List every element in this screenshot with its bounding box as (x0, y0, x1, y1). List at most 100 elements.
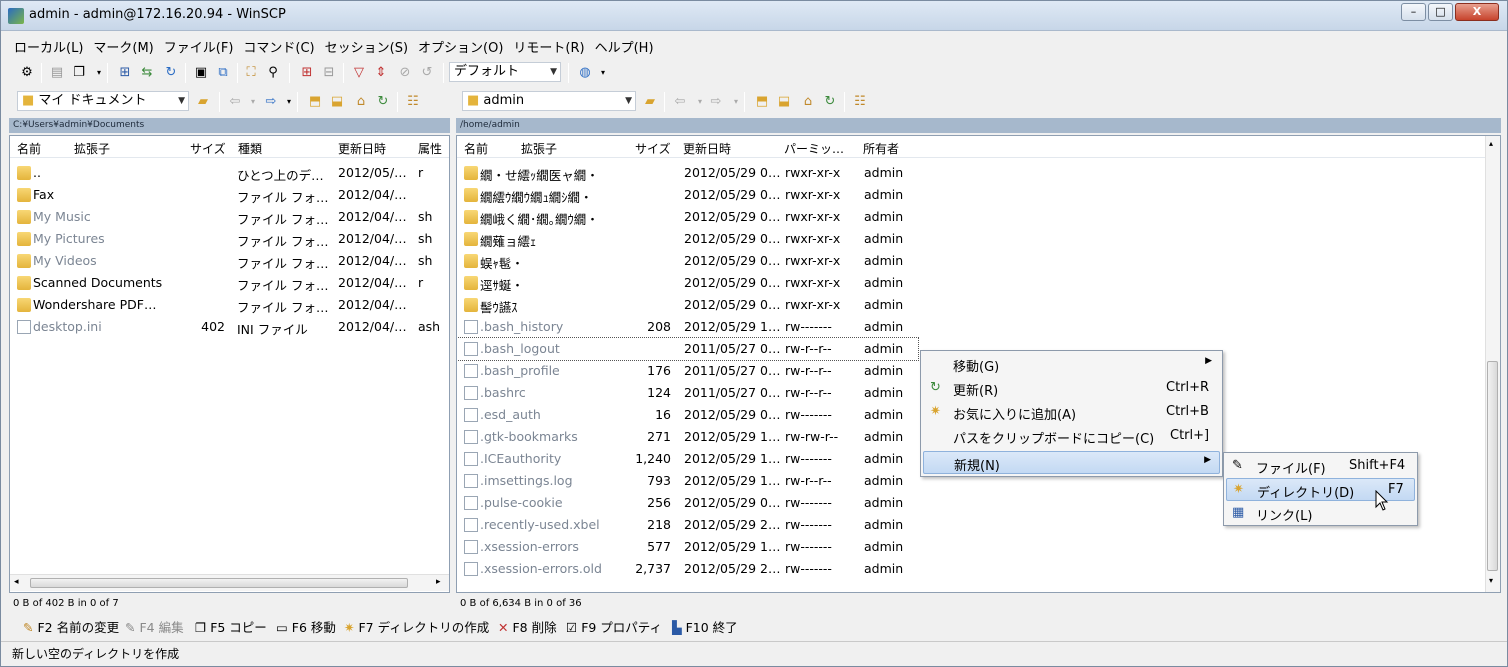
find-icon[interactable]: ⚲ (265, 65, 281, 81)
remote-file-row[interactable]: .xsession-errors.old 2,737 2012/05/29 2… rw… (457, 558, 1500, 580)
open-folder-icon[interactable]: ▰ (195, 94, 211, 110)
queue-icon[interactable]: ⛶ (243, 65, 259, 81)
local-file-row[interactable]: My Pictures ファイル フォ… 2012/04/… sh (10, 228, 449, 250)
menu-item-copy-path[interactable]: パスをクリップボードにコピー(C) Ctrl+] (923, 425, 1220, 448)
col-owner[interactable]: 所有者 (863, 140, 899, 157)
col-name[interactable]: 名前 (464, 140, 488, 157)
f5-copy-button[interactable]: ❐ F5 コピー (195, 617, 267, 636)
local-file-row[interactable]: My Music ファイル フォ… 2012/04/… sh (10, 206, 449, 228)
col-ext[interactable]: 拡張子 (74, 140, 110, 157)
open-folder-icon[interactable]: ▰ (642, 94, 658, 110)
remote-file-row[interactable]: 繝薙ョ繧ｪ 2012/05/29 0… rwxr-xr-x admin (457, 228, 1500, 250)
f7-mkdir-button[interactable]: ✷ F7 ディレクトリの作成 (344, 617, 489, 636)
f4-edit-button[interactable]: ✎ F4 編集 (125, 617, 184, 636)
copy-icon[interactable]: ❐ (71, 65, 87, 81)
remote-vertical-scrollbar[interactable]: ▴ ▾ (1485, 136, 1500, 592)
scroll-down-icon[interactable]: ▾ (1489, 576, 1493, 585)
local-file-row[interactable]: Scanned Documents ファイル フォ… 2012/04/… r (10, 272, 449, 294)
local-file-row[interactable]: desktop.ini 402 INI ファイル 2012/04/… ash (10, 316, 449, 338)
maximize-button[interactable]: □ (1428, 3, 1453, 21)
col-attr[interactable]: 属性 (418, 140, 442, 157)
local-file-row[interactable]: My Videos ファイル フォ… 2012/04/… sh (10, 250, 449, 272)
clear-icon[interactable]: ⊘ (397, 65, 413, 81)
remote-file-row[interactable]: 蜈ｬ髢・ 2012/05/29 0… rwxr-xr-x admin (457, 250, 1500, 272)
root-dir-icon[interactable]: ⬓ (329, 94, 345, 110)
scroll-thumb[interactable] (1487, 361, 1498, 571)
col-type[interactable]: 種類 (238, 140, 262, 157)
remote-file-row[interactable]: 髻ｳ讌ｽ 2012/05/29 0… rwxr-xr-x admin (457, 294, 1500, 316)
menu-help[interactable]: ヘルプ(H) (590, 34, 659, 59)
scroll-right-icon[interactable]: ▸ (436, 577, 441, 587)
filter-icon[interactable]: ▽ (351, 65, 367, 81)
menu-item-new-file[interactable]: ✎ ファイル(F) Shift+F4 (1226, 455, 1415, 478)
col-modified[interactable]: 更新日時 (683, 140, 731, 157)
menu-remote[interactable]: リモート(R) (508, 34, 589, 59)
remote-location-select[interactable]: ■ admin ▼ (462, 91, 636, 111)
gear-icon[interactable]: ⚙ (19, 65, 35, 81)
parent-dir-icon[interactable]: ⬒ (307, 94, 323, 110)
chevron-down-icon[interactable]: ▾ (91, 65, 107, 81)
unselect-icon[interactable]: ⊟ (321, 65, 337, 81)
sync-icon[interactable]: ⇆ (139, 65, 155, 81)
minimize-button[interactable]: – (1401, 3, 1426, 21)
parent-dir-icon[interactable]: ⬒ (754, 94, 770, 110)
menu-options[interactable]: オプション(O) (413, 34, 508, 59)
select-icon[interactable]: ⊞ (299, 65, 315, 81)
refresh-icon[interactable]: ↻ (375, 94, 391, 110)
forward-icon[interactable]: ⇨ (263, 94, 279, 110)
menu-item-new[interactable]: 新規(N) ▶ (923, 451, 1220, 474)
remote-file-row[interactable]: 繝繧ｳ繝ｳ繝ｭ繝ｼ繝・ 2012/05/29 0… rwxr-xr-x admin (457, 184, 1500, 206)
terminal-icon[interactable]: ▣ (193, 65, 209, 81)
tree-icon[interactable]: ☷ (405, 94, 421, 110)
remote-file-row[interactable]: .bash_history 208 2012/05/29 1… rw------- ad… (457, 316, 1500, 338)
remote-file-row[interactable]: 逕ｻ蜒・ 2012/05/29 0… rwxr-xr-x admin (457, 272, 1500, 294)
menu-command[interactable]: コマンド(C) (238, 34, 319, 59)
chevron-down-icon[interactable]: ▾ (281, 94, 297, 110)
col-size[interactable]: サイズ (190, 140, 226, 157)
home-icon[interactable]: ⌂ (800, 94, 816, 110)
local-location-select[interactable]: ■ マイ ドキュメント ▼ (17, 91, 189, 111)
f10-quit-button[interactable]: ▙ F10 終了 (672, 617, 738, 636)
chevron-down-icon[interactable]: ▾ (245, 94, 261, 110)
refresh-icon[interactable]: ↻ (163, 65, 179, 81)
menu-mark[interactable]: マーク(M) (88, 34, 158, 59)
compare-icon[interactable]: ⊞ (117, 65, 133, 81)
f2-rename-button[interactable]: ✎ F2 名前の変更 (23, 617, 119, 636)
console-icon[interactable]: ▤ (49, 65, 65, 81)
scroll-thumb[interactable] (30, 578, 408, 588)
remote-file-row[interactable]: .bash_logout182011/05/27 0…rw-r--r--admi… (457, 337, 919, 361)
putty-icon[interactable]: ⧉ (215, 65, 231, 81)
col-size[interactable]: サイズ (635, 140, 671, 157)
tree-icon[interactable]: ☷ (852, 94, 868, 110)
transfer-preset-select[interactable]: デフォルト ▼ (449, 62, 561, 82)
invert-icon[interactable]: ⇕ (373, 65, 389, 81)
globe-icon[interactable]: ◍ (577, 65, 593, 81)
scroll-up-icon[interactable]: ▴ (1489, 139, 1493, 148)
reset-icon[interactable]: ↺ (419, 65, 435, 81)
local-file-row[interactable]: Wondershare PDF… ファイル フォ… 2012/04/… (10, 294, 449, 316)
local-horizontal-scrollbar[interactable]: ◂ ▸ (10, 574, 449, 591)
col-ext[interactable]: 拡張子 (521, 140, 557, 157)
scroll-left-icon[interactable]: ◂ (14, 577, 19, 587)
chevron-down-icon[interactable]: ▾ (728, 94, 744, 110)
menu-item-move[interactable]: 移動(G) ▶ (923, 353, 1220, 376)
remote-file-row[interactable]: 繝・せ繧ｯ繝医ャ繝・ 2012/05/29 0… rwxr-xr-x admin (457, 162, 1500, 184)
col-modified[interactable]: 更新日時 (338, 140, 386, 157)
root-dir-icon[interactable]: ⬓ (776, 94, 792, 110)
local-file-panel[interactable]: 名前 拡張子 サイズ 種類 更新日時 属性 .. ひとつ上のデ… 2012/05/…… (9, 135, 450, 593)
back-icon[interactable]: ⇦ (227, 94, 243, 110)
menu-item-refresh[interactable]: ↻ 更新(R) Ctrl+R (923, 377, 1220, 400)
close-button[interactable]: X (1455, 3, 1499, 21)
remote-file-row[interactable]: 繝峨く繝･繝｡繝ｳ繝・ 2012/05/29 0… rwxr-xr-x admin (457, 206, 1500, 228)
remote-file-row[interactable]: .xsession-errors 577 2012/05/29 1… rw------… (457, 536, 1500, 558)
local-file-row[interactable]: .. ひとつ上のデ… 2012/05/… r (10, 162, 449, 184)
local-file-row[interactable]: Fax ファイル フォ… 2012/04/… (10, 184, 449, 206)
menu-item-add-favorite[interactable]: ✷ お気に入りに追加(A) Ctrl+B (923, 401, 1220, 424)
home-icon[interactable]: ⌂ (353, 94, 369, 110)
f9-properties-button[interactable]: ☑ F9 プロパティ (566, 617, 662, 636)
f6-move-button[interactable]: ▭ F6 移動 (276, 617, 336, 636)
menu-file[interactable]: ファイル(F) (159, 34, 239, 59)
forward-icon[interactable]: ⇨ (708, 94, 724, 110)
chevron-down-icon[interactable]: ▾ (595, 65, 611, 81)
back-icon[interactable]: ⇦ (672, 94, 688, 110)
